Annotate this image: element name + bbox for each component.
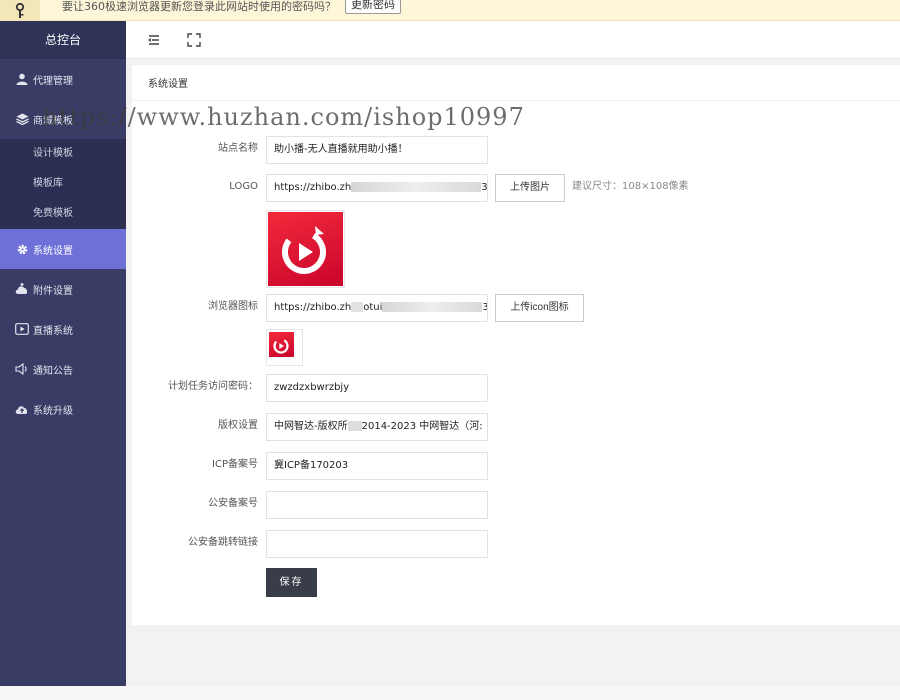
sidebar-item-label: 附件设置 <box>33 285 73 297</box>
sidebar: 总控台 代理管理 商城模板 设计模板 模板库 免费模板 系统设置 附件设置 直播… <box>0 21 126 686</box>
site-name-input[interactable]: 助小播-无人直播就用助小播！ <box>266 136 488 164</box>
icp-label: ICP备案号 <box>212 459 258 470</box>
favicon-preview <box>266 329 303 366</box>
submenu-item-library[interactable]: 模板库 <box>0 169 126 199</box>
favicon-row: 浏览器图标 https://zhibo.zh otui 3/ 上传icon图标 <box>132 294 900 322</box>
cron-password-value: zwzdzxbwrzbjy <box>274 382 350 393</box>
redaction-blur <box>351 302 364 312</box>
submenu-item-free[interactable]: 免费模板 <box>0 199 126 229</box>
cron-password-input[interactable]: zwzdzxbwrzbjy <box>266 374 488 402</box>
upload-icon-button[interactable]: 上传icon图标 <box>495 294 584 322</box>
speaker-icon <box>15 362 29 376</box>
logo-label: LOGO <box>229 181 258 192</box>
sidebar-item-label: 代理管理 <box>33 75 73 87</box>
copyright-input[interactable]: 中网智达-版权所 2014-2023 中网智达（河: <box>266 413 488 441</box>
copyright-label: 版权设置 <box>218 420 258 431</box>
favicon-url-mid: otui <box>363 302 383 313</box>
sidebar-item-attachments[interactable]: 附件设置 <box>0 269 126 309</box>
bottom-strip <box>0 686 900 700</box>
play-icon <box>15 322 29 336</box>
top-toolbar <box>126 21 900 59</box>
cloud-icon <box>15 402 29 416</box>
redaction-blur <box>351 182 482 192</box>
police-record-row: 公安备案号 <box>132 491 900 519</box>
police-link-label: 公安备跳转链接 <box>188 537 258 548</box>
cron-password-row: 计划任务访问密码： zwzdzxbwrzbjy <box>132 374 900 402</box>
user-icon <box>15 72 29 86</box>
sidebar-item-label: 通知公告 <box>33 365 73 377</box>
sidebar-item-label: 直播系统 <box>33 325 73 337</box>
copyright-value: 中网智达-版权所 <box>274 421 348 432</box>
police-record-input[interactable] <box>266 491 488 519</box>
cloud-upload-icon <box>15 282 29 296</box>
sidebar-item-templates[interactable]: 商城模板 <box>0 99 126 139</box>
upload-image-button[interactable]: 上传图片 <box>495 174 565 202</box>
update-password-button[interactable]: 更新密码 <box>345 0 401 14</box>
gear-icon <box>15 242 29 256</box>
favicon-image <box>269 332 294 357</box>
logo-url-tail: 3/ <box>481 182 488 193</box>
police-link-row: 公安备跳转链接 <box>132 530 900 558</box>
logo-url-value: https://zhibo.zh <box>274 182 352 193</box>
password-save-message: 要让360极速浏览器更新您登录此网站时使用的密码吗？ <box>62 0 336 13</box>
submenu-item-design[interactable]: 设计模板 <box>0 139 126 169</box>
police-record-label: 公安备案号 <box>208 498 258 509</box>
redaction-blur <box>382 302 483 312</box>
police-link-input[interactable] <box>266 530 488 558</box>
sidebar-item-label: 系统设置 <box>33 245 73 257</box>
key-icon <box>0 0 40 21</box>
copyright-value-tail: 2014-2023 中网智达（河: <box>361 421 483 432</box>
sidebar-item-live[interactable]: 直播系统 <box>0 309 126 349</box>
logo-url-input[interactable]: https://zhibo.zh 3/ <box>266 174 488 202</box>
layers-icon <box>15 112 29 126</box>
sidebar-item-agents[interactable]: 代理管理 <box>0 59 126 99</box>
copyright-row: 版权设置 中网智达-版权所 2014-2023 中网智达（河: <box>132 413 900 441</box>
redaction-blur <box>347 421 362 431</box>
logo-size-hint: 建议尺寸：108×108像素 <box>572 181 689 192</box>
sidebar-item-settings[interactable]: 系统设置 <box>0 229 126 269</box>
cron-password-label: 计划任务访问密码： <box>168 381 258 392</box>
favicon-url-value: https://zhibo.zh <box>274 302 352 313</box>
sidebar-item-label: 商城模板 <box>33 115 73 127</box>
site-name-value: 助小播-无人直播就用助小播！ <box>274 144 408 155</box>
sidebar-item-upgrade[interactable]: 系统升级 <box>0 389 126 429</box>
favicon-url-input[interactable]: https://zhibo.zh otui 3/ <box>266 294 488 322</box>
logo-preview <box>266 210 345 288</box>
password-save-bar: 要让360极速浏览器更新您登录此网站时使用的密码吗？ 更新密码 <box>0 0 900 21</box>
sidebar-title[interactable]: 总控台 <box>0 21 126 59</box>
fullscreen-icon[interactable] <box>187 33 201 47</box>
save-button[interactable]: 保存 <box>266 568 317 597</box>
favicon-url-tail: 3/ <box>482 302 487 313</box>
menu-fold-icon[interactable] <box>147 33 161 47</box>
icp-row: ICP备案号 冀ICP备170203 <box>132 452 900 480</box>
logo-row: LOGO https://zhibo.zh 3/ 上传图片 建议尺寸：108×10… <box>132 174 900 202</box>
favicon-label: 浏览器图标 <box>208 301 258 312</box>
icp-input[interactable]: 冀ICP备170203 <box>266 452 488 480</box>
icp-value: 冀ICP备170203 <box>274 460 349 471</box>
sidebar-item-notices[interactable]: 通知公告 <box>0 349 126 389</box>
site-name-label: 站点名称 <box>218 143 258 154</box>
site-name-row: 站点名称 助小播-无人直播就用助小播！ <box>132 136 900 164</box>
logo-image <box>268 212 343 286</box>
settings-panel: 系统设置 站点名称 助小播-无人直播就用助小播！ LOGO https://zh… <box>132 65 900 625</box>
page-title: 系统设置 <box>132 65 900 101</box>
template-submenu: 设计模板 模板库 免费模板 <box>0 139 126 229</box>
sidebar-item-label: 系统升级 <box>33 405 73 417</box>
